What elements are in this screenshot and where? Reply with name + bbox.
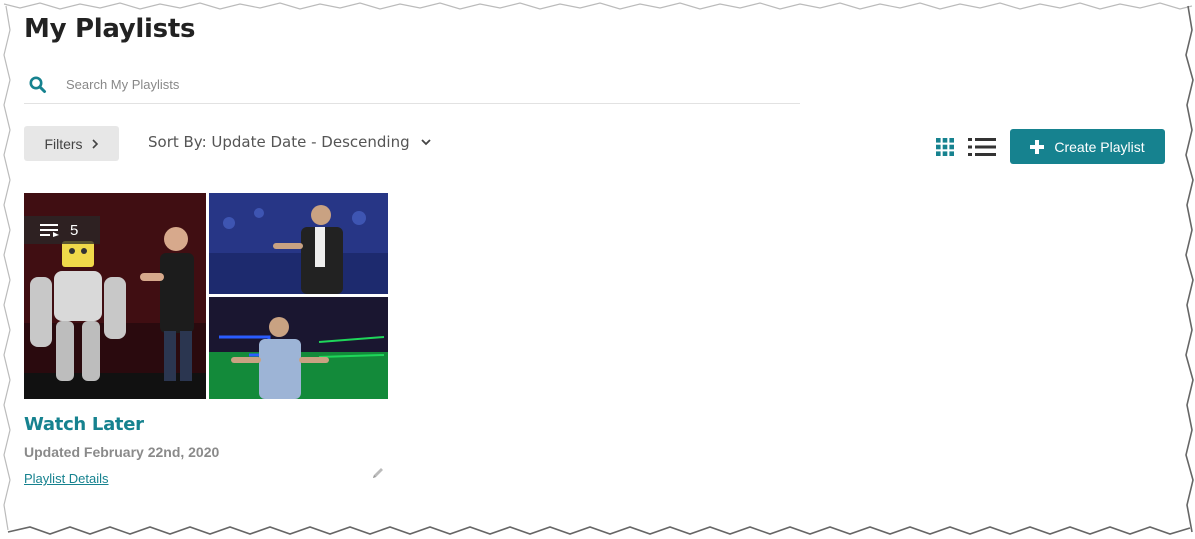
create-playlist-label: Create Playlist [1054, 138, 1145, 155]
playlist-title[interactable]: Watch Later [24, 414, 144, 435]
video-count-badge: 5 [24, 216, 100, 244]
search-icon[interactable] [28, 75, 48, 95]
playlist-icon [40, 224, 59, 237]
filters-button[interactable]: Filters [24, 126, 119, 161]
plus-icon [1030, 139, 1045, 154]
page-title: My Playlists [24, 14, 196, 44]
thumbnail-speaker-stage [209, 193, 388, 294]
thumbnail-speaker-green [209, 297, 388, 399]
playlist-card[interactable]: 5 Watch Later Updated February 22nd, 202… [24, 193, 388, 486]
create-playlist-button[interactable]: Create Playlist [1010, 129, 1165, 164]
filters-label: Filters [44, 135, 83, 152]
playlist-thumbnails[interactable]: 5 [24, 193, 388, 399]
search-input[interactable] [66, 77, 666, 92]
chevron-down-icon [420, 139, 431, 146]
list-view-icon[interactable] [968, 137, 996, 157]
pencil-icon[interactable] [371, 466, 385, 480]
search-bar [24, 66, 800, 104]
sort-label: Sort By: Update Date - Descending [148, 133, 410, 151]
chevron-right-icon [91, 138, 98, 149]
playlist-updated-date: Updated February 22nd, 2020 [24, 444, 220, 460]
playlists-page: My Playlists Filters Sort By: Update Dat… [24, 0, 1174, 530]
playlist-details-link[interactable]: Playlist Details [24, 471, 109, 486]
sort-dropdown[interactable]: Sort By: Update Date - Descending [148, 133, 432, 151]
grid-view-icon[interactable] [936, 138, 954, 156]
video-count: 5 [70, 221, 79, 239]
